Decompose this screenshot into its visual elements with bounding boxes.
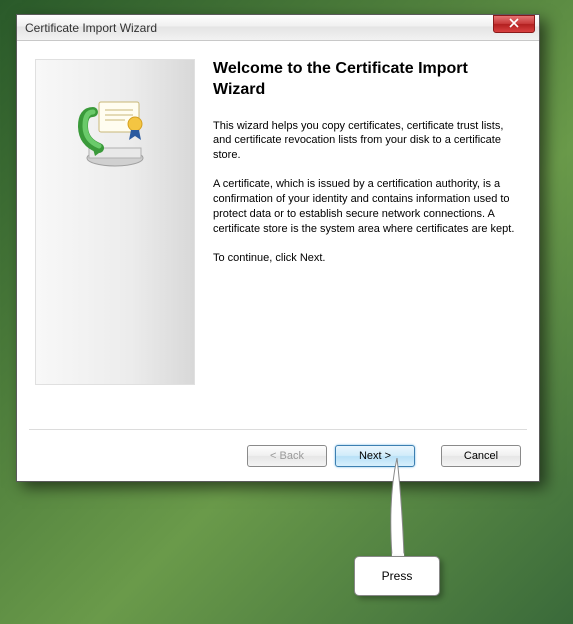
back-button: < Back	[247, 445, 327, 467]
intro-paragraph-3: To continue, click Next.	[213, 251, 521, 266]
certificate-icon	[75, 100, 155, 170]
button-row: < Back Next > Cancel	[29, 429, 527, 481]
side-panel	[35, 59, 195, 385]
annotation-callout: Press	[354, 486, 440, 596]
wizard-heading: Welcome to the Certificate Import Wizard	[213, 59, 521, 101]
close-button[interactable]	[493, 15, 535, 33]
next-button[interactable]: Next >	[335, 445, 415, 467]
intro-paragraph-2: A certificate, which is issued by a cert…	[213, 177, 521, 236]
window-title: Certificate Import Wizard	[25, 21, 537, 35]
close-icon	[509, 17, 519, 31]
wizard-window: Certificate Import Wizard	[16, 14, 540, 482]
content-area: Welcome to the Certificate Import Wizard…	[17, 41, 539, 429]
titlebar: Certificate Import Wizard	[17, 15, 539, 41]
intro-paragraph-1: This wizard helps you copy certificates,…	[213, 119, 521, 164]
main-panel: Welcome to the Certificate Import Wizard…	[213, 59, 521, 429]
cancel-button[interactable]: Cancel	[441, 445, 521, 467]
callout-label: Press	[354, 556, 440, 596]
